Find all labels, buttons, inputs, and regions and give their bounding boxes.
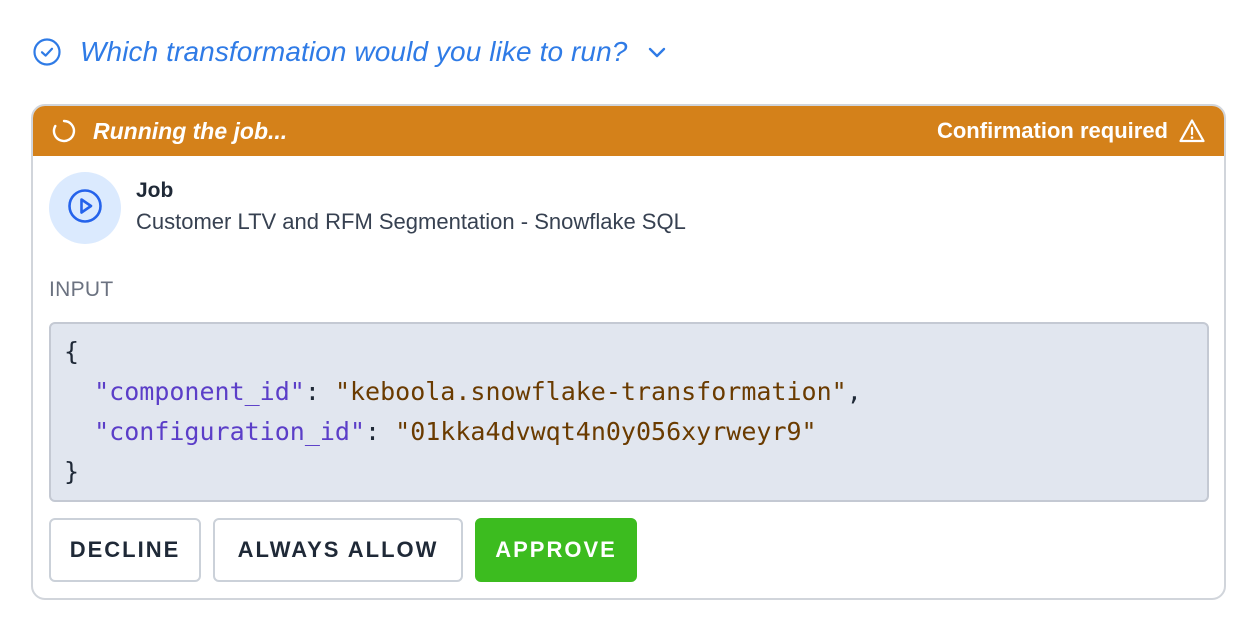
chevron-down-icon[interactable] <box>645 40 669 64</box>
job-avatar <box>49 172 121 244</box>
input-label: INPUT <box>49 278 114 301</box>
confirmation-group: Confirmation required <box>937 117 1206 145</box>
play-circle-icon <box>65 186 105 231</box>
check-circle-icon <box>32 37 62 67</box>
approve-button[interactable]: APPROVE <box>475 518 637 582</box>
code-key-component-id: "component_id" <box>94 377 305 406</box>
warning-triangle-icon <box>1178 117 1206 145</box>
spinner-icon <box>51 118 77 144</box>
card-header: Running the job... Confirmation required <box>33 106 1224 156</box>
job-title: Job <box>136 179 174 202</box>
code-value-configuration-id: "01kka4dvwqt4n0y056xyrweyr9" <box>395 417 817 446</box>
job-info: Job Customer LTV and RFM Segmentation - … <box>136 178 686 236</box>
code-key-configuration-id: "configuration_id" <box>94 417 366 446</box>
status-group: Running the job... <box>51 118 287 145</box>
action-buttons: DECLINE ALWAYS ALLOW APPROVE <box>49 518 637 582</box>
code-close-brace: } <box>64 457 80 486</box>
input-code-block: { "component_id": "keboola.snowflake-tra… <box>49 322 1209 502</box>
always-allow-button[interactable]: ALWAYS ALLOW <box>213 518 463 582</box>
job-name: Customer LTV and RFM Segmentation - Snow… <box>136 209 686 234</box>
job-row: Job Customer LTV and RFM Segmentation - … <box>49 172 686 244</box>
decline-button[interactable]: DECLINE <box>49 518 201 582</box>
question-title: Which transformation would you like to r… <box>80 36 628 67</box>
confirmation-label: Confirmation required <box>936 118 1168 143</box>
code-value-component-id: "keboola.snowflake-transformation" <box>334 377 847 406</box>
question-row[interactable]: Which transformation would you like to r… <box>32 30 669 74</box>
status-text: Running the job... <box>93 117 288 144</box>
job-confirmation-card: Running the job... Confirmation required <box>31 104 1226 600</box>
code-comma: , <box>846 377 862 406</box>
code-open-brace: { <box>64 337 80 366</box>
